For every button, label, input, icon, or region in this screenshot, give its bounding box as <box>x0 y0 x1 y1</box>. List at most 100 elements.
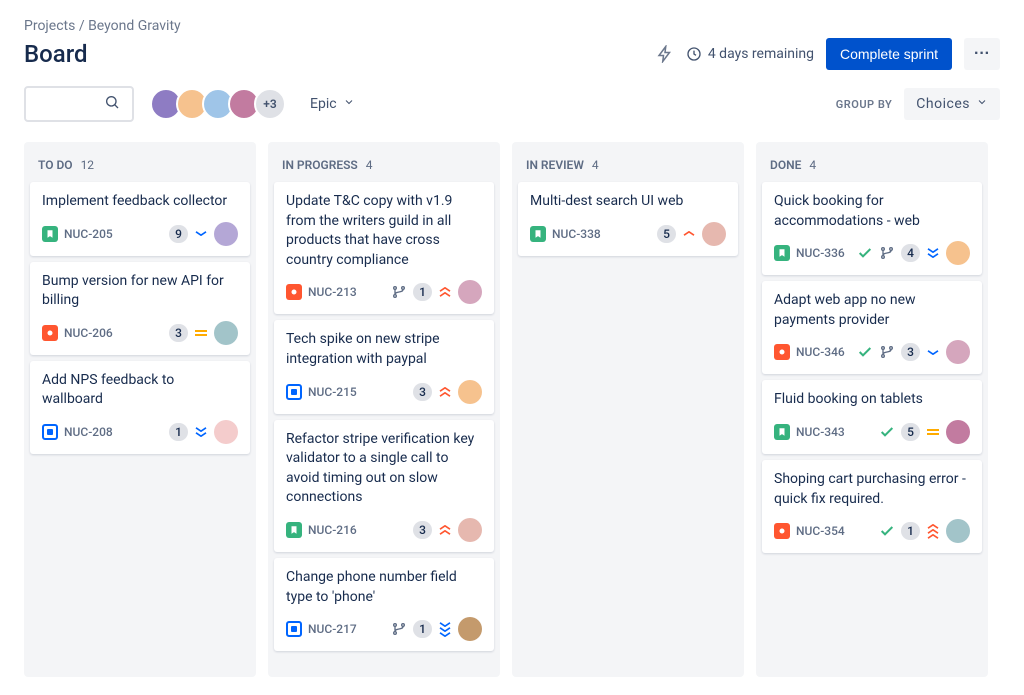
story-issue-icon <box>286 522 302 538</box>
issue-card[interactable]: Implement feedback collectorNUC-2059 <box>30 182 250 256</box>
assignee-avatar[interactable] <box>946 519 970 543</box>
issue-card[interactable]: Bump version for new API for billingNUC-… <box>30 262 250 355</box>
issue-title: Tech spike on new stripe integration wit… <box>286 330 482 369</box>
assignee-avatar[interactable] <box>458 518 482 542</box>
story-points-badge: 5 <box>657 225 676 243</box>
assignee-avatar[interactable] <box>214 420 238 444</box>
more-actions-button[interactable]: ··· <box>964 38 1000 70</box>
group-by-value: Choices <box>916 96 970 112</box>
column-title: IN PROGRESS <box>282 158 358 172</box>
issue-key: NUC-206 <box>64 326 113 340</box>
story-points-badge: 1 <box>901 522 920 540</box>
column-title: IN REVIEW <box>526 158 584 172</box>
issue-title: Change phone number field type to 'phone… <box>286 568 482 607</box>
issue-card[interactable]: Update T&C copy with v1.9 from the write… <box>274 182 494 314</box>
issue-title: Refactor stripe verification key validat… <box>286 430 482 508</box>
assignee-avatar[interactable] <box>946 420 970 444</box>
story-points-badge: 3 <box>901 343 920 361</box>
page-header: Board 4 days remaining Complete sprint ·… <box>24 38 1000 70</box>
check-icon <box>879 424 895 440</box>
issue-card[interactable]: Quick booking for accommodations - web NU… <box>762 182 982 275</box>
story-points-badge: 3 <box>413 383 432 401</box>
issue-title: Quick booking for accommodations - web <box>774 192 970 231</box>
board-column: IN PROGRESS 4 Update T&C copy with v1.9 fr… <box>268 142 500 677</box>
assignee-avatar[interactable] <box>946 241 970 265</box>
issue-title: Implement feedback collector <box>42 192 238 212</box>
header-actions: 4 days remaining Complete sprint ··· <box>656 38 1000 70</box>
complete-sprint-button[interactable]: Complete sprint <box>826 38 952 70</box>
filter-row: +3 Epic GROUP BY Choices <box>24 86 1000 122</box>
column-header: IN REVIEW4 <box>518 152 738 182</box>
column-title: TO DO <box>38 158 73 172</box>
assignee-avatar[interactable] <box>702 222 726 246</box>
assignee-avatar[interactable] <box>946 340 970 364</box>
priority-icon <box>194 328 208 338</box>
chevron-down-icon <box>343 96 355 112</box>
issue-card[interactable]: Adapt web app no new payments providerNU… <box>762 281 982 374</box>
breadcrumb-child[interactable]: Beyond Gravity <box>88 18 181 34</box>
story-points-badge: 4 <box>901 244 920 262</box>
check-icon <box>879 523 895 539</box>
priority-icon <box>926 350 940 355</box>
bug-issue-icon <box>774 523 790 539</box>
check-icon <box>857 344 873 360</box>
group-by-label: GROUP BY <box>836 98 893 111</box>
priority-icon <box>194 427 208 437</box>
story-points-badge: 1 <box>169 423 188 441</box>
story-points-badge: 3 <box>413 521 432 539</box>
story-points-badge: 5 <box>901 423 920 441</box>
issue-key: NUC-336 <box>796 246 845 260</box>
breadcrumb-parent[interactable]: Projects <box>24 18 75 34</box>
priority-icon <box>926 524 940 539</box>
issue-card[interactable]: Shoping cart purchasing error - quick fi… <box>762 460 982 553</box>
branch-icon <box>391 621 407 637</box>
search-input[interactable] <box>34 96 104 112</box>
issue-card[interactable]: Change phone number field type to 'phone… <box>274 558 494 651</box>
issue-card[interactable]: Fluid booking on tablets NUC-343 5 <box>762 380 982 454</box>
column-title: DONE <box>770 158 801 172</box>
bug-issue-icon <box>774 344 790 360</box>
search-icon <box>104 94 120 114</box>
board-column: IN REVIEW4 Multi-dest search UI web NUC-33… <box>512 142 744 677</box>
column-count: 4 <box>809 158 816 172</box>
issue-card[interactable]: Tech spike on new stripe integration wit… <box>274 320 494 413</box>
issue-card[interactable]: Multi-dest search UI web NUC-338 5 <box>518 182 738 256</box>
branch-icon <box>879 245 895 261</box>
check-icon <box>857 245 873 261</box>
issue-key: NUC-343 <box>796 425 845 439</box>
epic-filter-dropdown[interactable]: Epic <box>302 90 363 118</box>
assignee-avatar[interactable] <box>214 222 238 246</box>
time-remaining: 4 days remaining <box>686 46 814 62</box>
group-by-select[interactable]: Choices <box>904 88 1000 120</box>
issue-key: NUC-217 <box>308 622 357 636</box>
issue-card[interactable]: Add NPS feedback to wallboardNUC-2081 <box>30 361 250 454</box>
priority-icon <box>682 231 696 236</box>
issue-card[interactable]: Refactor stripe verification key validat… <box>274 420 494 552</box>
assignee-avatar[interactable] <box>458 280 482 304</box>
avatar-overflow-button[interactable]: +3 <box>254 88 286 120</box>
assignee-avatar[interactable] <box>458 380 482 404</box>
issue-title: Shoping cart purchasing error - quick fi… <box>774 470 970 509</box>
page-title: Board <box>24 40 88 68</box>
story-issue-icon <box>774 245 790 261</box>
issue-key: NUC-346 <box>796 345 845 359</box>
group-by-control: GROUP BY Choices <box>836 88 1000 120</box>
priority-icon <box>926 427 940 437</box>
assignee-avatar[interactable] <box>214 321 238 345</box>
issue-title: Multi-dest search UI web <box>530 192 726 212</box>
bug-issue-icon <box>286 284 302 300</box>
issue-title: Fluid booking on tablets <box>774 390 970 410</box>
issue-key: NUC-216 <box>308 523 357 537</box>
column-count: 4 <box>366 158 373 172</box>
assignee-avatar[interactable] <box>458 617 482 641</box>
column-header: IN PROGRESS 4 <box>274 152 494 182</box>
story-issue-icon <box>774 424 790 440</box>
story-issue-icon <box>530 226 546 242</box>
issue-key: NUC-338 <box>552 227 601 241</box>
priority-icon <box>926 248 940 258</box>
column-header: TO DO 12 <box>30 152 250 182</box>
priority-icon <box>194 231 208 236</box>
column-count: 12 <box>81 158 95 172</box>
search-input-wrapper[interactable] <box>24 86 134 122</box>
bolt-icon[interactable] <box>656 45 674 63</box>
